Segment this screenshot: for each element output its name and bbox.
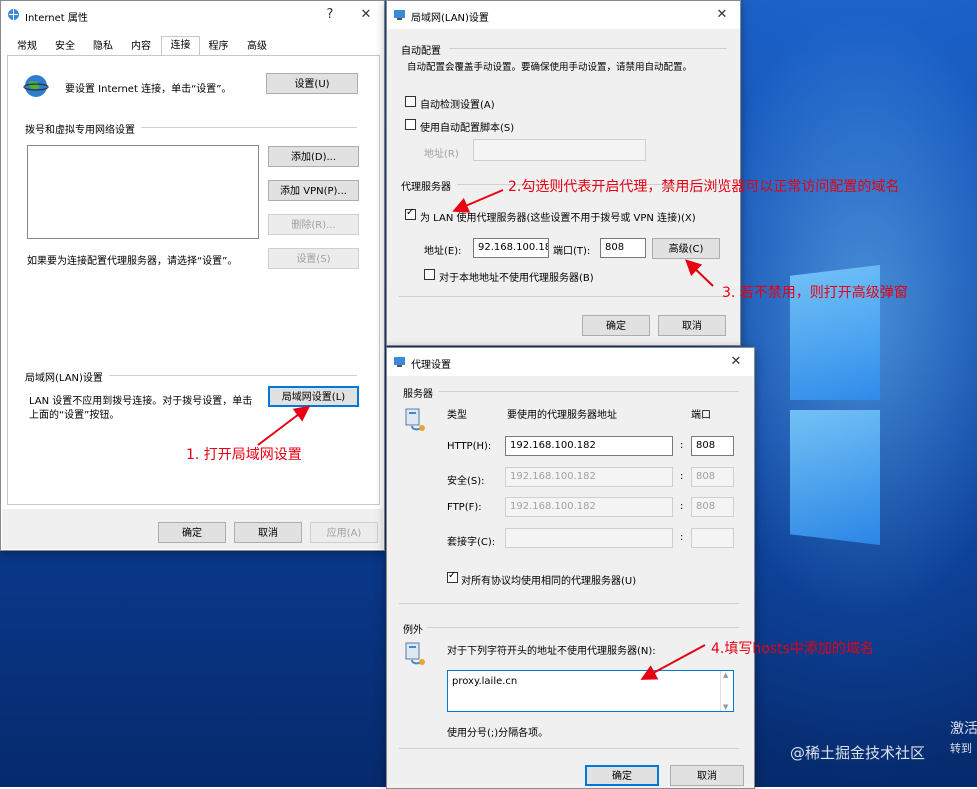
annotation-step-3: 3. 若不禁用，则打开高级弹窗 <box>722 285 908 301</box>
annotation-step-4: 4.填写hosts中添加的域名 <box>711 641 874 657</box>
arrow-1 <box>257 405 311 446</box>
annotation-arrows <box>257 189 714 680</box>
arrow-4 <box>640 644 706 680</box>
annotation-step-2: 2.勾选则代表开启代理，禁用后浏览器可以正常访问配置的域名 <box>508 179 900 195</box>
arrow-2 <box>452 189 504 213</box>
annotation-step-1: 1. 打开局域网设置 <box>186 447 302 463</box>
arrow-3 <box>685 259 714 287</box>
